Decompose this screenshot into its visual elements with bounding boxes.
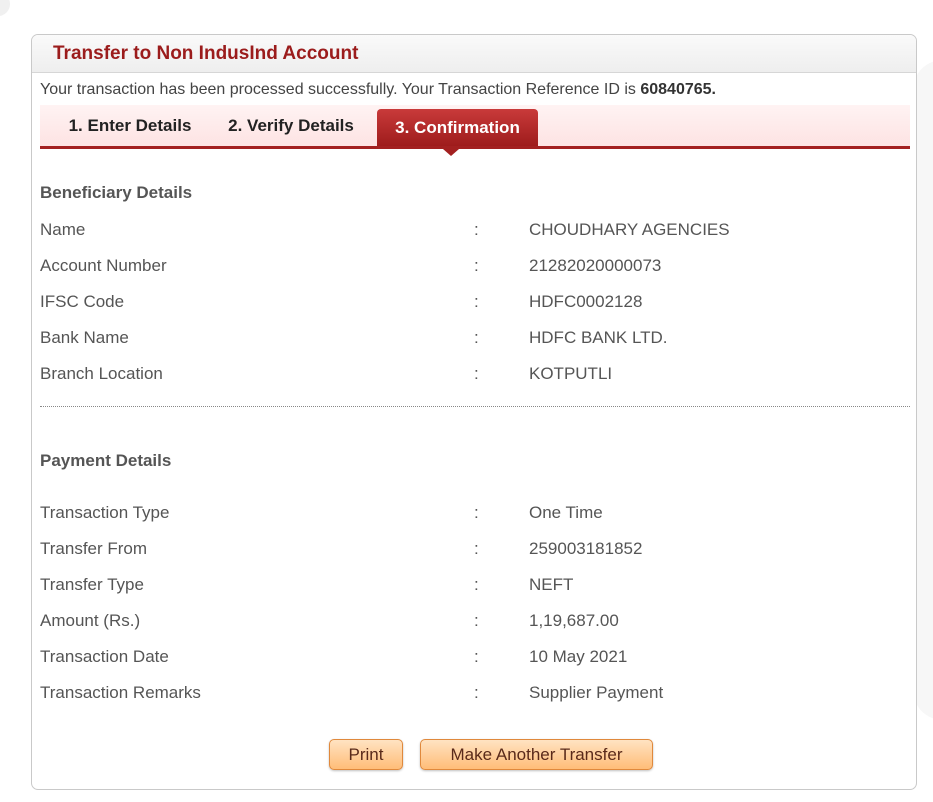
background-decoration — [0, 0, 10, 16]
detail-separator: : — [474, 364, 479, 383]
detail-value: Supplier Payment — [529, 683, 664, 702]
detail-label: Transaction Remarks — [40, 683, 201, 702]
detail-separator: : — [474, 575, 479, 594]
detail-separator: : — [474, 539, 479, 558]
detail-label: Transaction Date — [40, 647, 169, 666]
detail-value: NEFT — [529, 575, 574, 594]
detail-value: 259003181852 — [529, 539, 643, 558]
detail-row: Transfer From : 259003181852 — [40, 539, 910, 563]
detail-label: Branch Location — [40, 364, 163, 383]
detail-value: 1,19,687.00 — [529, 611, 619, 630]
detail-row: Transaction Remarks : Supplier Payment — [40, 683, 910, 707]
detail-value: HDFC BANK LTD. — [529, 328, 668, 347]
transfer-panel: Transfer to Non IndusInd Account Your tr… — [31, 34, 917, 790]
detail-separator: : — [474, 256, 479, 275]
detail-value: KOTPUTLI — [529, 364, 613, 383]
detail-row: Amount (Rs.) : 1,19,687.00 — [40, 611, 910, 635]
step-tabs: 1. Enter Details 2. Verify Details 3. Co… — [40, 105, 910, 149]
detail-value: CHOUDHARY AGENCIES — [529, 220, 730, 239]
make-another-transfer-button[interactable]: Make Another Transfer — [420, 739, 653, 770]
payment-section-title: Payment Details — [40, 451, 172, 470]
detail-row: Bank Name : HDFC BANK LTD. — [40, 328, 910, 352]
beneficiary-section-title: Beneficiary Details — [40, 183, 193, 202]
print-button[interactable]: Print — [329, 739, 403, 770]
detail-separator: : — [474, 220, 479, 239]
detail-row: IFSC Code : HDFC0002128 — [40, 292, 910, 316]
detail-label: Transfer From — [40, 539, 148, 558]
step-confirmation-active: 3. Confirmation — [377, 109, 538, 146]
detail-row: Transaction Date : 10 May 2021 — [40, 647, 910, 671]
transaction-reference-id: 60840765. — [640, 81, 716, 98]
detail-value: 10 May 2021 — [529, 647, 628, 666]
step-verify-details: 2. Verify Details — [228, 115, 354, 135]
section-divider — [40, 406, 910, 407]
detail-separator: : — [474, 503, 479, 522]
detail-value: One Time — [529, 503, 603, 522]
detail-separator: : — [474, 683, 479, 702]
detail-label: Bank Name — [40, 328, 129, 347]
detail-label: Name — [40, 220, 86, 239]
detail-separator: : — [474, 292, 479, 311]
detail-label: Amount (Rs.) — [40, 611, 141, 630]
step-enter-details: 1. Enter Details — [68, 115, 192, 135]
detail-separator: : — [474, 647, 479, 666]
detail-label: Transaction Type — [40, 503, 170, 522]
detail-separator: : — [474, 328, 479, 347]
detail-value: HDFC0002128 — [529, 292, 643, 311]
detail-label: Transfer Type — [40, 575, 144, 594]
detail-label: Account Number — [40, 256, 167, 275]
detail-row: Transfer Type : NEFT — [40, 575, 910, 599]
panel-header: Transfer to Non IndusInd Account — [32, 35, 916, 73]
success-message: Your transaction has been processed succ… — [40, 81, 716, 99]
detail-value: 21282020000073 — [529, 256, 662, 275]
detail-row: Transaction Type : One Time — [40, 503, 910, 527]
detail-separator: : — [474, 611, 479, 630]
active-step-pointer — [443, 149, 459, 156]
detail-label: IFSC Code — [40, 292, 125, 311]
page-title: Transfer to Non IndusInd Account — [53, 42, 359, 64]
detail-row: Account Number : 21282020000073 — [40, 256, 910, 280]
success-message-text: Your transaction has been processed succ… — [40, 81, 641, 98]
detail-row: Branch Location : KOTPUTLI — [40, 364, 910, 388]
detail-row: Name : CHOUDHARY AGENCIES — [40, 220, 910, 244]
